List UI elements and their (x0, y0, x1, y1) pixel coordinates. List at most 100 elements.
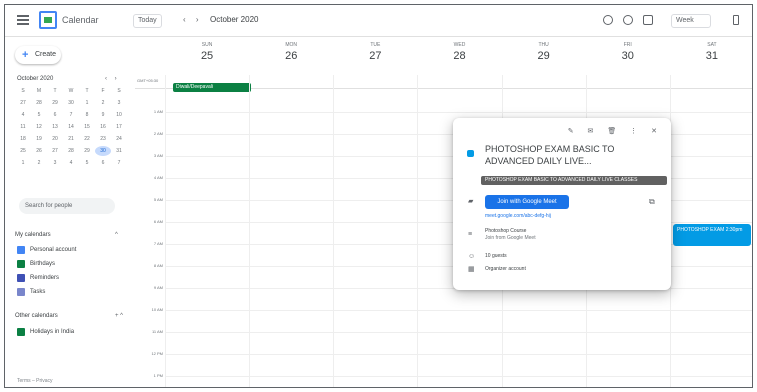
checkbox-icon[interactable] (17, 328, 25, 336)
mini-day[interactable]: 1 (79, 98, 95, 108)
calendar-item[interactable]: Reminders (17, 273, 59, 283)
day-number[interactable]: 29 (504, 50, 584, 62)
mini-day[interactable]: 4 (15, 110, 31, 120)
hour-line (165, 354, 752, 355)
day-header[interactable]: SAT 31 (672, 42, 752, 62)
search-people-input[interactable]: Search for people (19, 198, 115, 214)
mini-day[interactable]: 29 (79, 146, 95, 156)
mini-weekday-label: T (53, 88, 57, 94)
hour-line (165, 376, 752, 377)
calendar-item[interactable]: Tasks (17, 287, 45, 297)
mini-day[interactable]: 28 (63, 146, 79, 156)
day-number[interactable]: 25 (167, 50, 247, 62)
meet-link[interactable]: meet.google.com/abc-defg-hij (485, 213, 551, 219)
time-label: 8 AM (153, 263, 163, 268)
mini-day[interactable]: 25 (15, 146, 31, 156)
mini-day[interactable]: 30 (95, 146, 111, 156)
day-number[interactable]: 31 (672, 50, 752, 62)
mini-day[interactable]: 27 (15, 98, 31, 108)
mini-day[interactable]: 5 (79, 158, 95, 168)
checkbox-icon[interactable] (17, 260, 25, 268)
guests-count: 10 guests (485, 253, 507, 259)
day-header[interactable]: SUN 25 (167, 42, 247, 62)
top-bar: Calendar Today ‹ › October 2020 Week (5, 5, 752, 37)
day-header[interactable]: TUE 27 (335, 42, 415, 62)
checkbox-icon[interactable] (17, 288, 25, 296)
week-nav-arrows[interactable]: ‹ › (183, 15, 203, 24)
day-header[interactable]: THU 29 (504, 42, 584, 62)
mini-day[interactable]: 22 (79, 134, 95, 144)
mini-day[interactable]: 30 (63, 98, 79, 108)
footer-links[interactable]: Terms – Privacy (17, 378, 53, 384)
mini-calendar-grid: S M T W T F S 27 28 29 30 1 2 3 4 5 6 7 8 9 10 11 12 13 14 15 16 17… (15, 86, 127, 168)
calendar-item[interactable]: Personal account (17, 245, 76, 255)
mini-day[interactable]: 4 (63, 158, 79, 168)
mini-day[interactable]: 23 (95, 134, 111, 144)
mini-day[interactable]: 26 (31, 146, 47, 156)
my-calendars-header[interactable]: My calendars (15, 232, 51, 238)
mini-day[interactable]: 6 (47, 110, 63, 120)
mini-day[interactable]: 13 (47, 122, 63, 132)
day-column-divider (417, 75, 419, 387)
other-calendars-header[interactable]: Other calendars (15, 313, 58, 319)
today-button[interactable]: Today (133, 14, 162, 28)
day-header[interactable]: MON 26 (251, 42, 331, 62)
mini-day[interactable]: 27 (47, 146, 63, 156)
help-icon[interactable] (623, 15, 633, 25)
mini-day[interactable]: 19 (31, 134, 47, 144)
mini-day[interactable]: 31 (111, 146, 127, 156)
apps-icon[interactable] (733, 15, 739, 25)
mini-day[interactable]: 6 (95, 158, 111, 168)
day-number[interactable]: 30 (588, 50, 668, 62)
search-icon[interactable] (603, 15, 613, 25)
mini-day[interactable]: 2 (95, 98, 111, 108)
mini-calendar-nav[interactable]: ‹ › (105, 76, 120, 82)
mini-day[interactable]: 20 (47, 134, 63, 144)
calendar-item-label: Tasks (30, 289, 46, 295)
day-number[interactable]: 27 (335, 50, 415, 62)
mini-day[interactable]: 7 (111, 158, 127, 168)
mini-day[interactable]: 28 (31, 98, 47, 108)
mini-day[interactable]: 16 (95, 122, 111, 132)
mini-day[interactable]: 8 (79, 110, 95, 120)
mini-day[interactable]: 10 (111, 110, 127, 120)
calendar-item[interactable]: Holidays in India (17, 327, 74, 337)
mini-day[interactable]: 24 (111, 134, 127, 144)
settings-icon[interactable] (643, 15, 653, 25)
calendar-item-label: Reminders (30, 275, 60, 281)
copy-icon[interactable]: ⧉ (649, 197, 655, 207)
mini-day[interactable]: 11 (15, 122, 31, 132)
checkbox-icon[interactable] (17, 274, 25, 282)
mini-day[interactable]: 5 (31, 110, 47, 120)
checkbox-icon[interactable] (17, 246, 25, 254)
view-select[interactable]: Week (671, 14, 711, 28)
mini-day[interactable]: 3 (111, 98, 127, 108)
mini-day[interactable]: 3 (47, 158, 63, 168)
mini-weekday-label: S (117, 88, 121, 94)
popup-toolbar[interactable]: ✎ ✉ 🗑 ⋮ ✕ (568, 127, 663, 135)
calendar-event[interactable]: PHOTOSHOP EXAM 2:30pm (673, 224, 751, 246)
mini-day[interactable]: 17 (111, 122, 127, 132)
mini-day[interactable]: 7 (63, 110, 79, 120)
main-menu-icon[interactable] (17, 15, 29, 25)
calendar-item-label: Personal account (30, 247, 77, 253)
all-day-event[interactable]: Diwali/Deepavali (173, 83, 251, 92)
join-meet-button[interactable]: Join with Google Meet (485, 195, 569, 209)
mini-day[interactable]: 18 (15, 134, 31, 144)
day-header[interactable]: WED 28 (420, 42, 500, 62)
mini-day[interactable]: 14 (63, 122, 79, 132)
mini-day[interactable]: 9 (95, 110, 111, 120)
calendar-item[interactable]: Birthdays (17, 259, 55, 269)
add-calendar-icon[interactable]: + ^ (115, 313, 123, 319)
create-button[interactable]: + Create (15, 46, 61, 64)
mini-day[interactable]: 29 (47, 98, 63, 108)
mini-day[interactable]: 15 (79, 122, 95, 132)
mini-day[interactable]: 12 (31, 122, 47, 132)
day-number[interactable]: 28 (420, 50, 500, 62)
mini-day[interactable]: 2 (31, 158, 47, 168)
mini-day[interactable]: 1 (15, 158, 31, 168)
day-number[interactable]: 26 (251, 50, 331, 62)
chevron-up-icon[interactable]: ^ (115, 232, 118, 238)
day-header[interactable]: FRI 30 (588, 42, 668, 62)
mini-day[interactable]: 21 (63, 134, 79, 144)
